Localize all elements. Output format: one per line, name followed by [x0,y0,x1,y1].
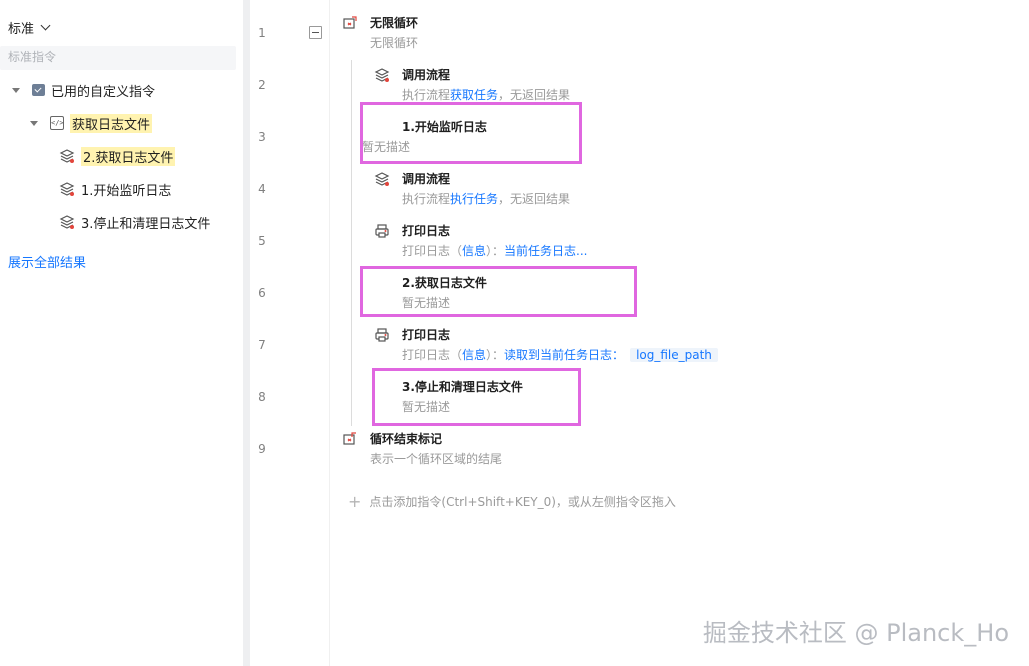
command-title: 打印日志 [402,224,451,238]
tree-node-label: 获取日志文件 [70,113,153,133]
chevron-down-icon [40,20,51,31]
line-number: 1 [258,26,266,40]
command-title: 调用流程 [402,172,451,186]
command-desc: 打印日志（信息）：当前任务日志... [402,242,588,259]
panel-splitter[interactable] [243,0,250,666]
watermark: 掘金技术社区 @ Planck_Ho [702,619,1009,647]
loop-guide-line [351,60,352,426]
command-title: 打印日志 [402,328,451,342]
layers-icon [374,68,390,82]
folder-check-icon [32,84,45,96]
command-title: 调用流程 [402,68,451,82]
command-desc: 表示一个循环区域的结尾 [370,452,503,466]
command-desc: 暂无描述 [402,296,451,310]
layers-icon [374,172,390,186]
line-number: 5 [258,234,266,248]
line-number: 4 [258,182,266,196]
gutter-divider [329,0,330,666]
line-number: 2 [258,78,266,92]
command-title: 3.停止和清理日志文件 [402,380,523,394]
desc-text: 执行流程 [402,88,451,102]
command-desc: 执行流程获取任务，无返回结果 [402,86,570,103]
command-title: 2.获取日志文件 [402,276,487,290]
add-command-hint[interactable]: + 点击添加指令(Ctrl+Shift+KEY_0)，或从左侧指令区拖入 [348,493,676,510]
desc-text: 打印日志（ [402,244,463,258]
desc-text: ，无返回结果 [498,88,571,102]
tree-leaf[interactable]: 1.开始监听日志 [59,178,171,200]
tree-node-get-log-file[interactable]: </> 获取日志文件 [30,112,153,134]
command-desc: 暂无描述 [402,400,451,414]
tree-leaf-label: 3.停止和清理日志文件 [81,216,211,232]
command-desc: 无限循环 [370,36,419,50]
annotation-box [372,368,581,426]
loop-end-icon [343,432,356,445]
desc-text: ）： [486,244,505,258]
command-title: 循环结束标记 [370,432,443,446]
show-all-results-link[interactable]: 展示全部结果 [8,252,86,271]
tree-leaf-label: 1.开始监听日志 [81,183,172,199]
command-title: 无限循环 [370,16,419,30]
command-title: 1.开始监听日志 [402,120,487,134]
command-panel: 标准 已用的自定义指令 </> 获取日志文件 2.获取日志文件 [0,0,243,666]
layers-icon [59,149,75,163]
level-link[interactable]: 信息 [462,244,486,258]
add-hint-text: 点击添加指令(Ctrl+Shift+KEY_0)，或从左侧指令区拖入 [369,495,676,509]
mode-label: 标准 [8,22,35,37]
message-link[interactable]: 当前任务日志... [504,244,587,258]
printer-icon [375,328,389,342]
caret-down-icon[interactable] [30,120,38,126]
flow-link[interactable]: 获取任务 [450,88,498,102]
line-number: 7 [258,338,266,352]
desc-text: 执行流程 [402,192,451,206]
printer-icon [375,224,389,238]
level-link[interactable]: 信息 [462,348,486,362]
plus-icon: + [348,491,362,511]
command-desc: 执行流程执行任务，无返回结果 [402,190,570,207]
line-number: 6 [258,286,266,300]
tree-node-label: 已用的自定义指令 [51,84,156,100]
line-number: 8 [258,390,266,404]
message-link[interactable]: 读取到当前任务日志： [504,348,624,362]
layers-icon [59,182,75,196]
desc-text: ）： [486,348,505,362]
line-number: 3 [258,130,266,144]
line-number: 9 [258,442,266,456]
tree-leaf[interactable]: 3.停止和清理日志文件 [59,211,210,233]
variable-tag[interactable]: log_file_path [630,348,718,362]
loop-icon [343,16,357,29]
collapse-toggle[interactable] [309,26,322,39]
app-window: 标准 已用的自定义指令 </> 获取日志文件 2.获取日志文件 [0,0,1029,666]
mode-dropdown[interactable]: 标准 [8,18,51,37]
layers-icon [59,215,75,229]
search-input[interactable] [0,46,236,68]
desc-text: 打印日志（ [402,348,463,362]
tree-leaf-label: 2.获取日志文件 [81,146,176,166]
flow-link[interactable]: 执行任务 [450,192,498,206]
desc-text: ，无返回结果 [498,192,571,206]
command-desc: 暂无描述 [362,140,411,154]
tree-leaf[interactable]: 2.获取日志文件 [59,145,176,167]
command-desc: 打印日志（信息）：读取到当前任务日志： log_file_path [402,346,718,363]
search-box [0,46,236,70]
tree-node-used-custom[interactable]: 已用的自定义指令 [12,79,155,101]
code-icon: </> [50,116,64,130]
caret-down-icon[interactable] [12,87,20,93]
